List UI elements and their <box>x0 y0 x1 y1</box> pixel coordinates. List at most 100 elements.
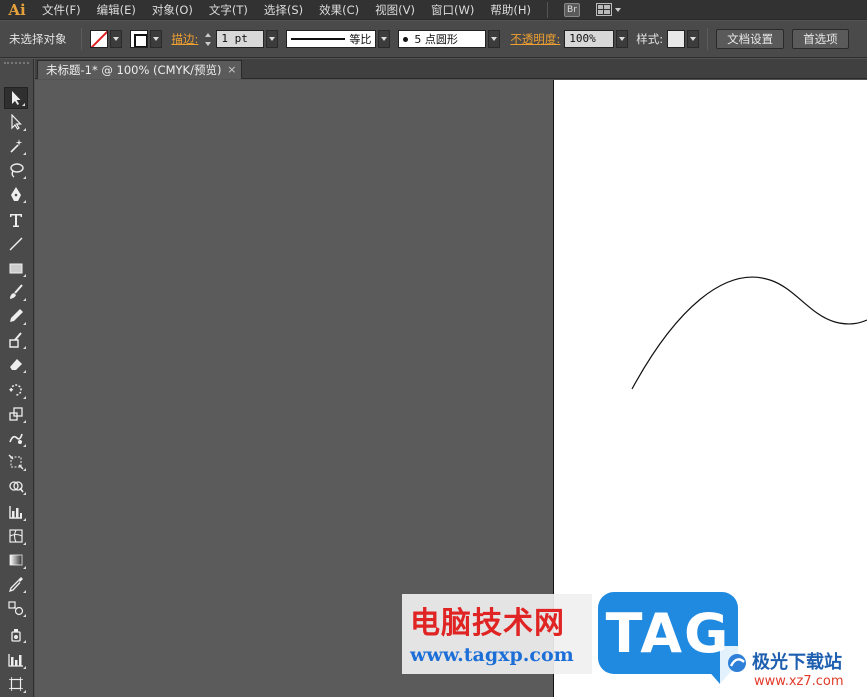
graphic-style-dropdown[interactable] <box>687 30 700 48</box>
document-tab-bar: 未标题-1* @ 100% (CMYK/预览) × <box>35 59 867 79</box>
direct-selection-tool[interactable] <box>4 111 28 133</box>
watermark-tag-logo: TAG <box>598 592 738 674</box>
stroke-profile-select[interactable]: 等比 <box>286 30 377 48</box>
eyedropper-tool[interactable] <box>4 573 28 595</box>
chevron-down-icon <box>112 37 119 41</box>
flyout-indicator <box>23 396 26 399</box>
pencil-icon <box>10 309 23 322</box>
flyout-indicator <box>23 566 26 569</box>
opacity-dropdown[interactable] <box>616 30 629 48</box>
menu-item-6[interactable]: 视图(V) <box>367 0 423 20</box>
chevron-down-icon <box>614 7 621 12</box>
warp-tool[interactable] <box>4 427 28 449</box>
separator <box>707 28 709 50</box>
menu-separator <box>546 1 548 18</box>
menu-item-4[interactable]: 选择(S) <box>256 0 311 20</box>
stroke-color-control[interactable] <box>129 30 162 48</box>
fill-none-swatch[interactable] <box>89 30 108 48</box>
menu-items: 文件(F) 编辑(E) 对象(O) 文字(T) 选择(S) 效果(C) 视图(V) 窗口(W)… <box>34 0 539 20</box>
mesh-tool[interactable] <box>4 525 28 547</box>
lasso-tool[interactable] <box>4 159 28 181</box>
scale-tool[interactable] <box>4 403 28 425</box>
watermark-tag-text: TAG <box>605 601 731 665</box>
line-tool[interactable] <box>4 233 28 255</box>
workspace-switcher[interactable] <box>595 3 621 16</box>
stroke-panel-link[interactable]: 描边: <box>172 31 199 47</box>
close-icon[interactable]: × <box>227 61 236 79</box>
brush-definition-select[interactable]: 5 点圆形 <box>398 30 487 48</box>
brush-icon <box>10 284 23 299</box>
flyout-indicator <box>23 128 26 131</box>
stroke-profile-dropdown[interactable] <box>378 30 391 48</box>
flyout-indicator <box>23 666 26 669</box>
pen-icon <box>11 187 21 201</box>
stroke-profile-preview <box>291 38 346 40</box>
tools-panel <box>0 59 34 697</box>
gradient-icon <box>9 554 23 566</box>
opacity-input[interactable]: 100% <box>564 30 615 48</box>
menu-item-0[interactable]: 文件(F) <box>34 0 89 20</box>
menu-item-5[interactable]: 效果(C) <box>311 0 367 20</box>
rotate-tool[interactable] <box>4 379 28 401</box>
eraser-tool[interactable] <box>4 353 28 375</box>
flyout-indicator <box>23 640 26 643</box>
flyout-indicator <box>22 103 25 106</box>
blend-tool[interactable] <box>4 597 28 619</box>
artboard-tool[interactable] <box>4 673 28 695</box>
menu-item-8[interactable]: 帮助(H) <box>482 0 539 20</box>
rectangle-tool[interactable] <box>4 257 28 279</box>
eraser-icon <box>10 359 22 370</box>
brush-definition-dropdown[interactable] <box>488 30 501 48</box>
opacity-panel-link[interactable]: 不透明度: <box>510 31 560 47</box>
artboard-icon <box>9 677 23 691</box>
symbol-sprayer-tool[interactable] <box>4 623 28 645</box>
watermark-download-site: 极光下载站 www.xz7.com <box>720 646 867 697</box>
document-setup-button[interactable]: 文档设置 <box>716 29 785 49</box>
chevron-down-icon <box>381 37 388 41</box>
preferences-button[interactable]: 首选项 <box>792 29 849 49</box>
menu-bar: Ai 文件(F) 编辑(E) 对象(O) 文字(T) 选择(S) 效果(C) 视图(V) 窗口… <box>0 0 867 20</box>
blob-brush-tool[interactable] <box>4 329 28 351</box>
chevron-down-icon <box>690 37 697 41</box>
drawn-path[interactable] <box>631 276 867 390</box>
flyout-indicator <box>23 322 26 325</box>
document-tab[interactable]: 未标题-1* @ 100% (CMYK/预览) × <box>37 60 243 79</box>
panel-grip[interactable] <box>4 62 29 70</box>
magic-wand-tool[interactable] <box>4 135 28 157</box>
graph-tool[interactable] <box>4 501 28 523</box>
graphic-style-swatch[interactable] <box>667 30 686 48</box>
menu-item-3[interactable]: 文字(T) <box>201 0 256 20</box>
pencil-tool[interactable] <box>4 305 28 327</box>
document-tab-title: 未标题-1* @ 100% (CMYK/预览) <box>46 63 222 77</box>
fill-color-control[interactable] <box>89 30 122 48</box>
free-transform-tool[interactable] <box>4 451 28 473</box>
gradient-tool[interactable] <box>4 549 28 571</box>
type-tool[interactable] <box>4 209 28 231</box>
brush-definition-label: 5 点圆形 <box>414 33 458 46</box>
arrow-up-icon <box>205 32 212 37</box>
column-graph-tool[interactable] <box>4 649 28 671</box>
aurora-logo-icon <box>728 654 746 672</box>
stroke-weight-stepper[interactable] <box>202 30 214 48</box>
eyedropper-icon <box>8 577 23 592</box>
bridge-button[interactable]: Br <box>563 2 580 17</box>
flyout-indicator <box>23 200 26 203</box>
flyout-indicator <box>23 468 26 471</box>
stroke-dropdown[interactable] <box>149 30 162 48</box>
rectangle-icon <box>9 263 23 274</box>
stroke-swatch[interactable] <box>129 30 148 48</box>
stroke-profile-label: 等比 <box>349 33 372 46</box>
paintbrush-tool[interactable] <box>4 281 28 303</box>
watermark-cn-site: 电脑技术网 www.tagxp.com <box>402 594 592 674</box>
menu-item-7[interactable]: 窗口(W) <box>423 0 482 20</box>
stroke-weight-input[interactable]: 1 pt <box>216 30 265 48</box>
selection-tool[interactable] <box>4 87 28 109</box>
symbol-sprayer-icon <box>11 629 21 642</box>
menu-item-2[interactable]: 对象(O) <box>144 0 201 20</box>
selection-status: 未选择对象 <box>9 32 67 46</box>
pen-tool[interactable] <box>4 183 28 205</box>
fill-dropdown[interactable] <box>109 30 122 48</box>
stroke-weight-dropdown[interactable] <box>266 30 279 48</box>
menu-item-1[interactable]: 编辑(E) <box>89 0 144 20</box>
shape-builder-tool[interactable] <box>4 475 28 497</box>
